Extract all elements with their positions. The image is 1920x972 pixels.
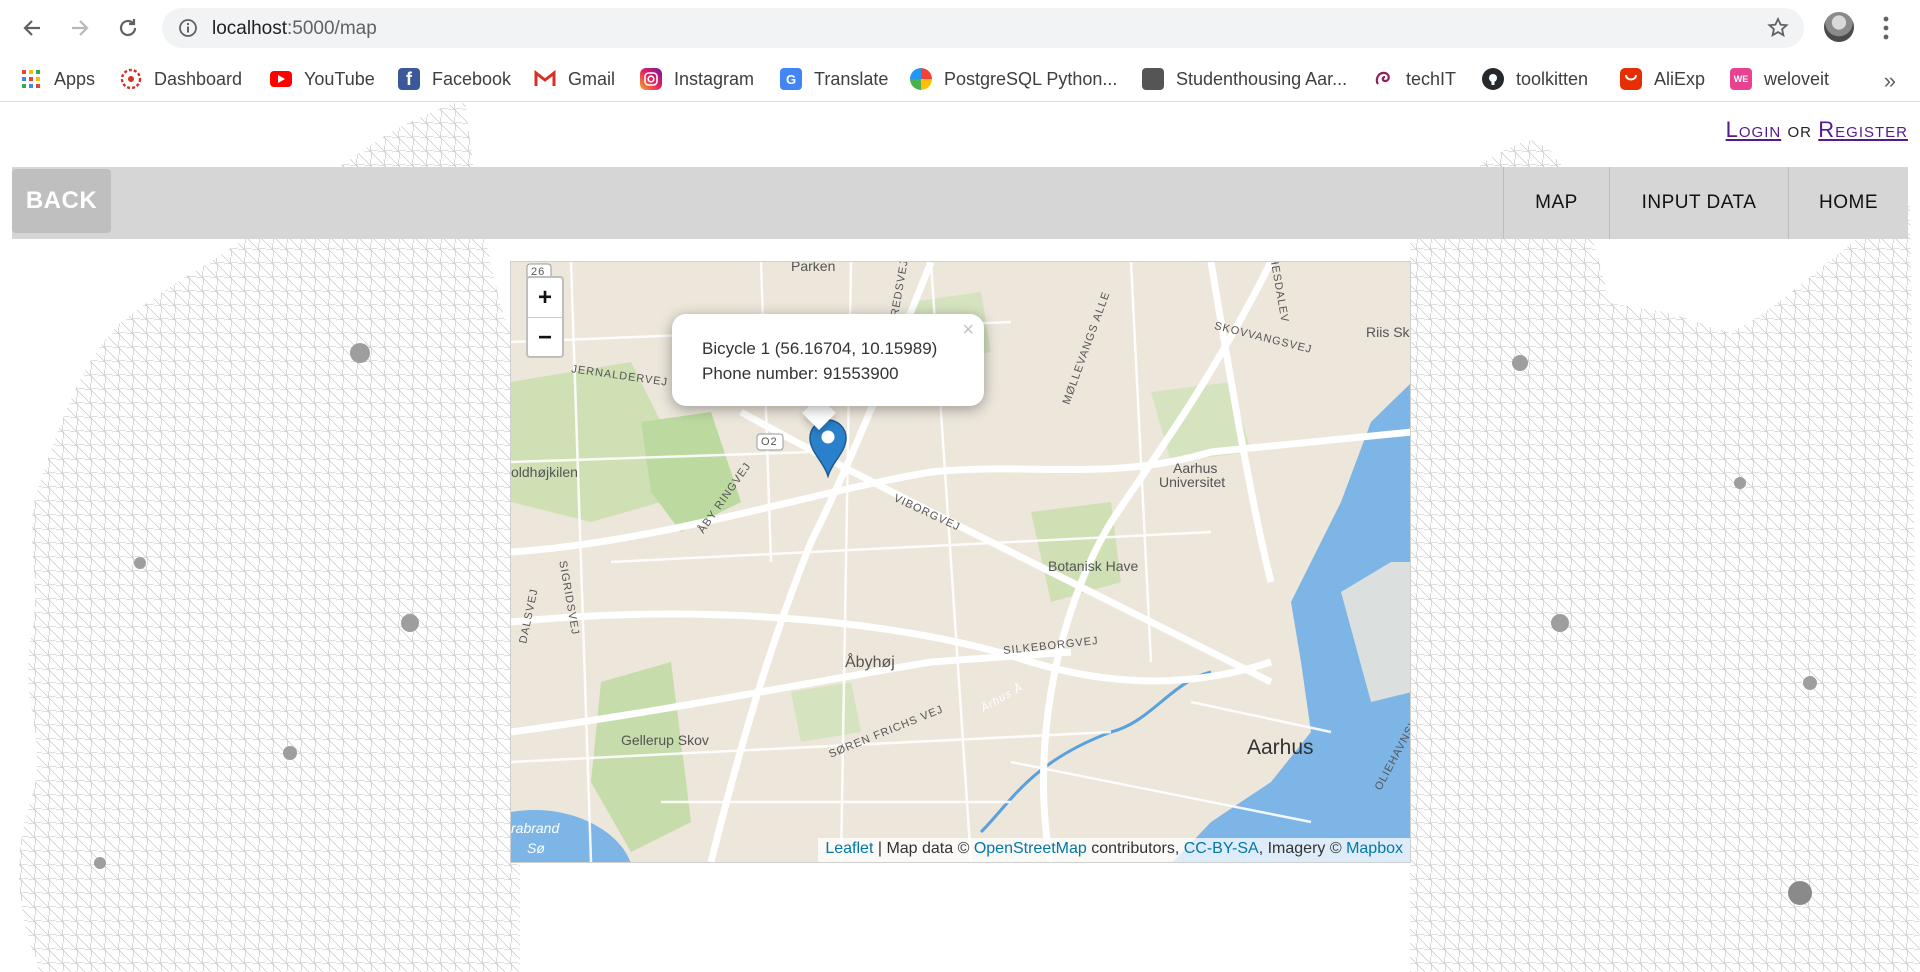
map-label-universitet: Universitet (1159, 474, 1226, 490)
translate-icon: G (780, 68, 802, 90)
site-info-icon[interactable] (178, 18, 198, 38)
or-text: or (1787, 119, 1812, 142)
bookmark-label: Dashboard (154, 68, 243, 89)
bookmark-label: weloveit (1764, 68, 1830, 89)
nav-item-input-data[interactable]: INPUT DATA (1609, 167, 1788, 239)
postgresql-icon (910, 68, 932, 90)
profile-avatar[interactable] (1824, 12, 1854, 42)
techit-icon (1372, 68, 1394, 90)
zoom-in-button[interactable]: + (528, 278, 562, 317)
bookmark-studenthousing[interactable]: Studenthousing Aar... (1142, 56, 1347, 102)
map-label-riis: Riis Sk (1366, 324, 1410, 340)
forward-arrow-icon[interactable] (64, 12, 96, 44)
openstreetmap-link[interactable]: OpenStreetMap (974, 840, 1087, 857)
url-text[interactable]: localhost:5000/map (212, 18, 377, 40)
dashboard-icon (120, 68, 142, 90)
nav-item-map[interactable]: MAP (1503, 167, 1609, 239)
bookmark-weloveit[interactable]: WE weloveit (1730, 56, 1829, 102)
cc-by-sa-link[interactable]: CC-BY-SA (1184, 840, 1259, 857)
map-label-brabrand: rabrand (511, 820, 560, 836)
zoom-out-button[interactable]: − (528, 317, 562, 356)
auth-links: Login or Register (1726, 117, 1908, 143)
nav-item-home[interactable]: HOME (1788, 167, 1908, 239)
map-label-parken: Parken (791, 261, 836, 274)
map-label-botanisk-have: Botanisk Have (1048, 558, 1139, 574)
attribution-text: | Map data © (873, 840, 974, 857)
instagram-icon (640, 68, 662, 90)
bookmark-apps[interactable]: Apps (20, 56, 95, 102)
popup-phone: Phone number: 91553900 (702, 364, 899, 383)
login-link[interactable]: Login (1726, 117, 1782, 142)
bookmark-toolkitten[interactable]: toolkitten (1482, 56, 1588, 102)
road-number-o2: O2 (761, 436, 778, 448)
popup-title: Bicycle 1 (56.16704, 10.15989) (702, 339, 938, 358)
bookmark-youtube[interactable]: YouTube (270, 56, 375, 102)
map-label-abyhoj: Åbyhøj (845, 654, 895, 671)
apps-grid-icon (20, 68, 42, 90)
bookmark-techit[interactable]: techIT (1372, 56, 1456, 102)
attribution-text: , Imagery © (1258, 840, 1347, 857)
bookmark-label: AliExp (1654, 68, 1706, 89)
gmail-icon (534, 68, 556, 90)
bookmark-facebook[interactable]: f Facebook (398, 56, 511, 102)
bookmark-dashboard[interactable]: Dashboard (120, 56, 242, 102)
back-button[interactable]: BACK (12, 169, 111, 233)
map-label-oldhojkilen: oldhøjkilen (511, 464, 578, 480)
bookmark-label: Translate (814, 68, 889, 89)
bookmark-label: Studenthousing Aar... (1176, 68, 1348, 89)
bookmark-label: Gmail (568, 68, 616, 89)
map-label-gellerup: Gellerup Skov (621, 732, 709, 748)
youtube-icon (270, 71, 292, 87)
bookmark-label: Apps (54, 68, 96, 89)
bookmark-aliexp[interactable]: AliExp (1620, 56, 1705, 102)
marker-popup: Bicycle 1 (56.16704, 10.15989) Phone num… (672, 314, 984, 406)
address-bar[interactable]: localhost:5000/map (162, 8, 1804, 48)
map-attribution: Leaflet | Map data © OpenStreetMap contr… (818, 838, 1410, 862)
bookmark-postgresql[interactable]: PostgreSQL Python... (910, 56, 1117, 102)
page-body: Login or Register BACK MAP INPUT DATA HO… (0, 103, 1920, 972)
top-navigation: BACK MAP INPUT DATA HOME (12, 167, 1908, 239)
back-arrow-icon[interactable] (16, 12, 48, 44)
bookmark-label: PostgreSQL Python... (944, 68, 1118, 89)
bookmark-label: YouTube (304, 68, 375, 89)
map-label-aarhus: Aarhus (1247, 736, 1314, 759)
bookmark-label: techIT (1406, 68, 1457, 89)
browser-menu-icon[interactable] (1876, 14, 1896, 42)
leaflet-link[interactable]: Leaflet (825, 840, 873, 857)
bookmark-label: Facebook (432, 68, 512, 89)
github-icon (1482, 68, 1504, 90)
bookmark-label: Instagram (674, 68, 755, 89)
zoom-control: + − (526, 276, 564, 358)
page-icon (1142, 68, 1164, 90)
bookmarks-bar: Apps Dashboard YouTube f Facebook Gmail I… (0, 56, 1920, 102)
bookmark-star-icon[interactable] (1766, 16, 1790, 40)
bookmark-gmail[interactable]: Gmail (534, 56, 615, 102)
bookmark-translate[interactable]: G Translate (780, 56, 888, 102)
reload-icon[interactable] (112, 12, 144, 44)
mapbox-link[interactable]: Mapbox (1346, 840, 1403, 857)
facebook-icon: f (398, 68, 420, 90)
browser-toolbar: localhost:5000/map (0, 0, 1920, 56)
register-link[interactable]: Register (1818, 117, 1908, 142)
aliexpress-icon (1620, 68, 1642, 90)
leaflet-map[interactable]: Parken Riis Sk oldhøjkilen Aarhus Univer… (510, 261, 1411, 863)
bookmarks-overflow-icon[interactable]: » (1884, 68, 1896, 94)
weloveit-icon: WE (1730, 68, 1752, 90)
bookmark-instagram[interactable]: Instagram (640, 56, 754, 102)
attribution-text: contributors, (1086, 840, 1184, 857)
bookmark-label: toolkitten (1516, 68, 1589, 89)
map-marker-icon[interactable] (808, 418, 848, 479)
popup-close-icon[interactable]: × (962, 318, 974, 343)
map-label-brabrand-so: Sø (527, 840, 545, 856)
